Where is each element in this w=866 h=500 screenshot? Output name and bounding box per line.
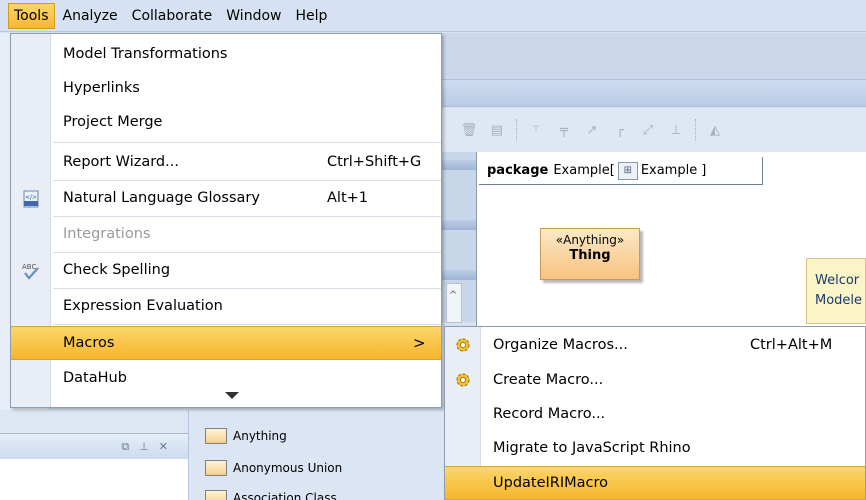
palette-item-label: Anonymous Union bbox=[233, 461, 343, 475]
oblique-path-icon[interactable]: ⤢ bbox=[639, 121, 657, 139]
menu-item-label: Organize Macros... bbox=[493, 337, 628, 353]
menu-item-label: UpdateIRIMacro bbox=[493, 475, 609, 491]
path-style-icon[interactable]: ↗ bbox=[583, 121, 601, 139]
diagram-frame-header: package Example [ ⊞ Example ] bbox=[479, 157, 763, 185]
package-diagram-icon: ⊞ bbox=[617, 161, 638, 180]
menu-item-macros[interactable]: Macros > bbox=[11, 326, 441, 360]
chevron-down-icon[interactable] bbox=[225, 392, 239, 399]
menu-analyze[interactable]: Analyze bbox=[57, 3, 124, 29]
align-icon[interactable]: ⊥ bbox=[667, 121, 685, 139]
tab-strip bbox=[440, 79, 866, 107]
menu-item-shortcut: Alt+1 bbox=[327, 190, 369, 206]
frame-ref: Example bbox=[640, 163, 698, 178]
menu-item-label: Natural Language Glossary bbox=[63, 190, 260, 206]
frame-keyword: package bbox=[487, 163, 549, 178]
welcome-note[interactable]: Welcor Modele bbox=[806, 258, 866, 324]
rectilinear-path-icon[interactable]: ┌ bbox=[611, 121, 629, 139]
menu-item-label: Expression Evaluation bbox=[63, 298, 223, 314]
gear-icon bbox=[452, 334, 474, 356]
menu-item-label: Hyperlinks bbox=[63, 80, 140, 96]
scrollbar[interactable]: ^ bbox=[446, 283, 462, 323]
close-icon[interactable]: ✕ bbox=[159, 440, 168, 453]
layout-dropdown-icon[interactable]: ╤ bbox=[555, 121, 573, 139]
palette-item-label: Association Class bbox=[233, 491, 337, 500]
palette-item-anonymous-union[interactable]: Anonymous Union bbox=[205, 460, 342, 476]
menu-item-integrations: Integrations bbox=[11, 217, 441, 251]
menu-window[interactable]: Window bbox=[220, 3, 287, 29]
diagram-palette: Anything Anonymous Union Association Cla… bbox=[188, 410, 446, 500]
menu-item-label: Project Merge bbox=[63, 114, 163, 130]
toolbar-separator bbox=[695, 119, 696, 141]
panel-header-bar bbox=[440, 220, 476, 230]
menu-item-label: DataHub bbox=[63, 370, 127, 386]
float-icon[interactable]: ⧉ bbox=[121, 440, 129, 454]
menu-item-check-spelling[interactable]: ABC Check Spelling bbox=[11, 253, 441, 287]
panel-header: ⧉ ⊥ ✕ bbox=[0, 433, 188, 459]
menu-item-label: Check Spelling bbox=[63, 262, 171, 278]
menu-item-organize-macros[interactable]: Organize Macros... Ctrl+Alt+M bbox=[445, 328, 865, 362]
layout-tree-icon[interactable]: ⸆ bbox=[527, 121, 545, 139]
palette-item-anything[interactable]: Anything bbox=[205, 428, 287, 444]
spell-check-icon: ABC bbox=[21, 261, 41, 281]
svg-text:ABC: ABC bbox=[22, 263, 36, 271]
macros-submenu: Organize Macros... Ctrl+Alt+M Create Mac… bbox=[444, 326, 866, 500]
palette-item-label: Anything bbox=[233, 429, 287, 443]
menu-item-expression-evaluation[interactable]: Expression Evaluation bbox=[11, 289, 441, 323]
menu-item-label: Create Macro... bbox=[493, 372, 604, 388]
scroll-up-icon[interactable]: ^ bbox=[449, 290, 457, 301]
menu-item-label: Report Wizard... bbox=[63, 154, 179, 170]
panel-body bbox=[0, 459, 188, 500]
html-glossary-icon: </> bbox=[21, 189, 41, 209]
menu-item-migrate-javascript-rhino[interactable]: Migrate to JavaScript Rhino bbox=[445, 431, 865, 465]
menu-item-shortcut: Ctrl+Alt+M bbox=[750, 337, 833, 353]
menu-help[interactable]: Help bbox=[289, 3, 333, 29]
toolbar-area bbox=[440, 33, 866, 79]
menu-item-hyperlinks[interactable]: Hyperlinks bbox=[11, 71, 441, 105]
class-icon bbox=[205, 460, 227, 476]
class-icon bbox=[205, 490, 227, 500]
fill-color-icon[interactable]: ◭ bbox=[706, 121, 724, 139]
menu-item-report-wizard[interactable]: Report Wizard... Ctrl+Shift+G bbox=[11, 145, 441, 179]
menu-tools[interactable]: Tools bbox=[8, 2, 55, 29]
class-icon bbox=[205, 428, 227, 444]
note-line: Modele bbox=[815, 293, 863, 308]
panel-header-bar bbox=[440, 160, 476, 170]
menu-item-create-macro[interactable]: Create Macro... bbox=[445, 363, 865, 397]
menu-item-datahub[interactable]: DataHub bbox=[11, 361, 441, 395]
palette-item-association-class[interactable]: Association Class bbox=[205, 490, 337, 500]
menu-item-label: Macros bbox=[63, 335, 115, 351]
menu-item-label: Migrate to JavaScript Rhino bbox=[493, 440, 691, 456]
menu-item-record-macro[interactable]: Record Macro... bbox=[445, 397, 865, 431]
toolbar-separator bbox=[516, 119, 517, 141]
menu-item-natural-language-glossary[interactable]: </> Natural Language Glossary Alt+1 bbox=[11, 181, 441, 215]
frame-bracket-open: [ bbox=[609, 163, 615, 178]
menu-item-shortcut: Ctrl+Shift+G bbox=[327, 154, 422, 170]
tools-menu: Model Transformations Hyperlinks Project… bbox=[10, 33, 442, 408]
delete-icon[interactable]: 🗑 bbox=[460, 121, 478, 139]
frame-name: Example bbox=[553, 163, 610, 178]
class-name: Thing bbox=[569, 248, 611, 263]
menu-item-updateirimacro[interactable]: UpdateIRIMacro bbox=[445, 466, 865, 500]
menu-separator bbox=[53, 142, 441, 143]
menu-item-label: Record Macro... bbox=[493, 406, 606, 422]
class-shape-thing[interactable]: «Anything» Thing bbox=[540, 228, 640, 280]
menu-bar: Tools Analyze Collaborate Window Help bbox=[0, 0, 866, 32]
diagram-toolbar: 🗑 ▤ ⸆ ╤ ↗ ┌ ⤢ ⊥ ◭ bbox=[440, 108, 866, 152]
note-line: Welcor bbox=[815, 273, 860, 288]
menu-collaborate[interactable]: Collaborate bbox=[126, 3, 219, 29]
menu-item-project-merge[interactable]: Project Merge bbox=[11, 105, 441, 139]
svg-text:</>: </> bbox=[25, 194, 37, 201]
menu-item-model-transformations[interactable]: Model Transformations bbox=[11, 37, 441, 71]
menu-item-label: Model Transformations bbox=[63, 46, 228, 62]
submenu-arrow-icon: > bbox=[413, 334, 426, 352]
paste-icon[interactable]: ▤ bbox=[488, 121, 506, 139]
pin-icon[interactable]: ⊥ bbox=[139, 440, 149, 453]
class-stereotype: «Anything» bbox=[555, 233, 625, 247]
gear-icon bbox=[452, 369, 474, 391]
menu-item-label: Integrations bbox=[63, 226, 151, 242]
frame-bracket-close: ] bbox=[701, 163, 707, 178]
menu-separator bbox=[53, 324, 441, 325]
panel-header-bar bbox=[440, 270, 476, 280]
